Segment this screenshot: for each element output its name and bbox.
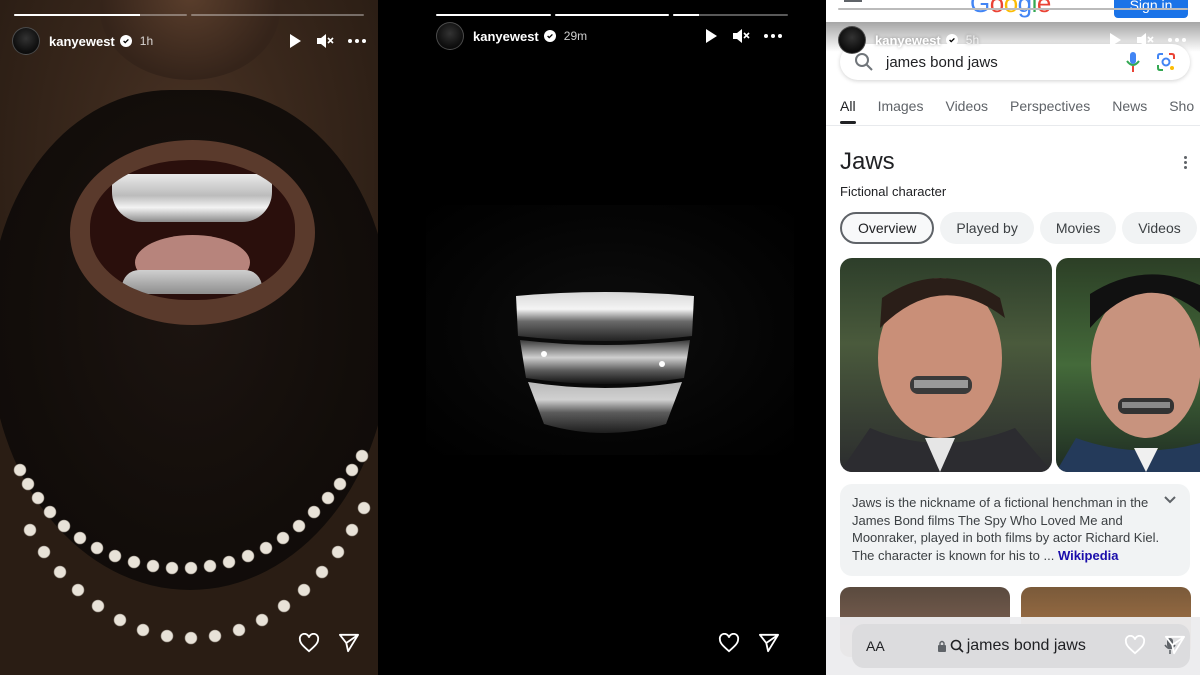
more-options-icon[interactable] (1168, 38, 1186, 42)
knowledge-panel-title: Jaws (840, 148, 895, 175)
story-progress (838, 8, 1188, 10)
progress-segment (191, 14, 364, 16)
tab-all[interactable]: All (840, 98, 856, 124)
chip-movies[interactable]: Movies (1039, 212, 1117, 244)
story-header: kanyewest 1h (12, 27, 366, 55)
story-time: 1h (139, 34, 154, 48)
play-icon[interactable] (704, 28, 718, 44)
heart-icon[interactable] (718, 633, 740, 653)
google-lens-icon[interactable] (1156, 52, 1176, 72)
progress-segment (436, 14, 551, 16)
send-icon[interactable] (1164, 635, 1186, 655)
address-text: james bond jaws (966, 637, 1086, 654)
progress-segment (673, 14, 789, 16)
story-header: kanyewest 5h (838, 26, 1186, 54)
divider (826, 125, 1200, 126)
progress-segment (838, 8, 1188, 10)
mute-icon[interactable] (316, 33, 334, 49)
mouth (90, 160, 295, 300)
search-tabs: All Images Videos Perspectives News Sho (840, 98, 1200, 124)
avatar[interactable] (12, 27, 40, 55)
play-icon[interactable] (288, 33, 302, 49)
story-progress (14, 14, 364, 16)
search-icon (855, 53, 873, 71)
story-panel-2[interactable]: kanyewest 29m (426, 0, 794, 675)
mute-icon[interactable] (732, 28, 750, 44)
story-panel-1[interactable]: kanyewest 1h (0, 0, 378, 675)
username[interactable]: kanyewest (49, 34, 115, 49)
character-image-1[interactable] (840, 258, 1052, 472)
progress-segment (554, 14, 670, 16)
verified-badge-icon (945, 34, 958, 46)
username[interactable]: kanyewest (875, 33, 941, 48)
google-topbar: Google Sign in (826, 0, 1200, 22)
tab-news[interactable]: News (1112, 98, 1147, 124)
search-icon (950, 639, 964, 653)
grillz-photo (516, 292, 694, 433)
tab-videos[interactable]: Videos (945, 98, 988, 124)
knowledge-panel-subtitle: Fictional character (840, 184, 947, 199)
chip-overview[interactable]: Overview (840, 212, 935, 244)
story-time: 5h (965, 33, 980, 47)
username[interactable]: kanyewest (473, 29, 539, 44)
verified-badge-icon (119, 35, 132, 47)
tab-perspectives[interactable]: Perspectives (1010, 98, 1090, 124)
chip-videos[interactable]: Videos (1122, 212, 1197, 244)
story-footer (1124, 635, 1186, 655)
stories-collage: kanyewest 1h kanyewest 29m G Sign in jam… (0, 0, 1200, 675)
reader-aa-button[interactable]: AA (866, 638, 885, 654)
lower-grill (122, 270, 262, 294)
mute-icon[interactable] (1136, 32, 1154, 48)
verified-badge-icon (543, 30, 556, 42)
story-progress (436, 14, 789, 16)
play-icon[interactable] (1108, 32, 1122, 48)
heart-icon[interactable] (1124, 635, 1146, 655)
story-time: 29m (563, 29, 588, 43)
more-vert-icon[interactable] (1184, 156, 1188, 171)
search-query[interactable]: james bond jaws (886, 54, 998, 71)
avatar[interactable] (436, 22, 464, 50)
send-icon[interactable] (758, 633, 780, 653)
wikipedia-link[interactable]: Wikipedia (1058, 548, 1119, 563)
story-header: kanyewest 29m (436, 22, 782, 50)
upper-grill (112, 174, 272, 222)
more-options-icon[interactable] (348, 39, 366, 43)
story-footer (718, 633, 780, 653)
send-icon[interactable] (338, 633, 360, 653)
knowledge-chips: Overview Played by Movies Videos (840, 212, 1197, 244)
chip-played-by[interactable]: Played by (940, 212, 1034, 244)
progress-segment (14, 14, 187, 16)
knowledge-description: Jaws is the nickname of a fictional henc… (840, 484, 1190, 576)
avatar[interactable] (838, 26, 866, 54)
mic-icon[interactable] (1126, 51, 1140, 73)
lock-icon (937, 640, 946, 652)
character-image-2[interactable] (1056, 258, 1200, 472)
story-footer (298, 633, 360, 653)
chevron-down-icon[interactable] (1164, 496, 1176, 504)
more-options-icon[interactable] (764, 34, 782, 38)
tab-images[interactable]: Images (878, 98, 924, 124)
heart-icon[interactable] (298, 633, 320, 653)
tab-shopping[interactable]: Sho (1169, 98, 1194, 124)
story-panel-3[interactable]: Google Sign in james bond jaws All Image… (826, 0, 1200, 675)
